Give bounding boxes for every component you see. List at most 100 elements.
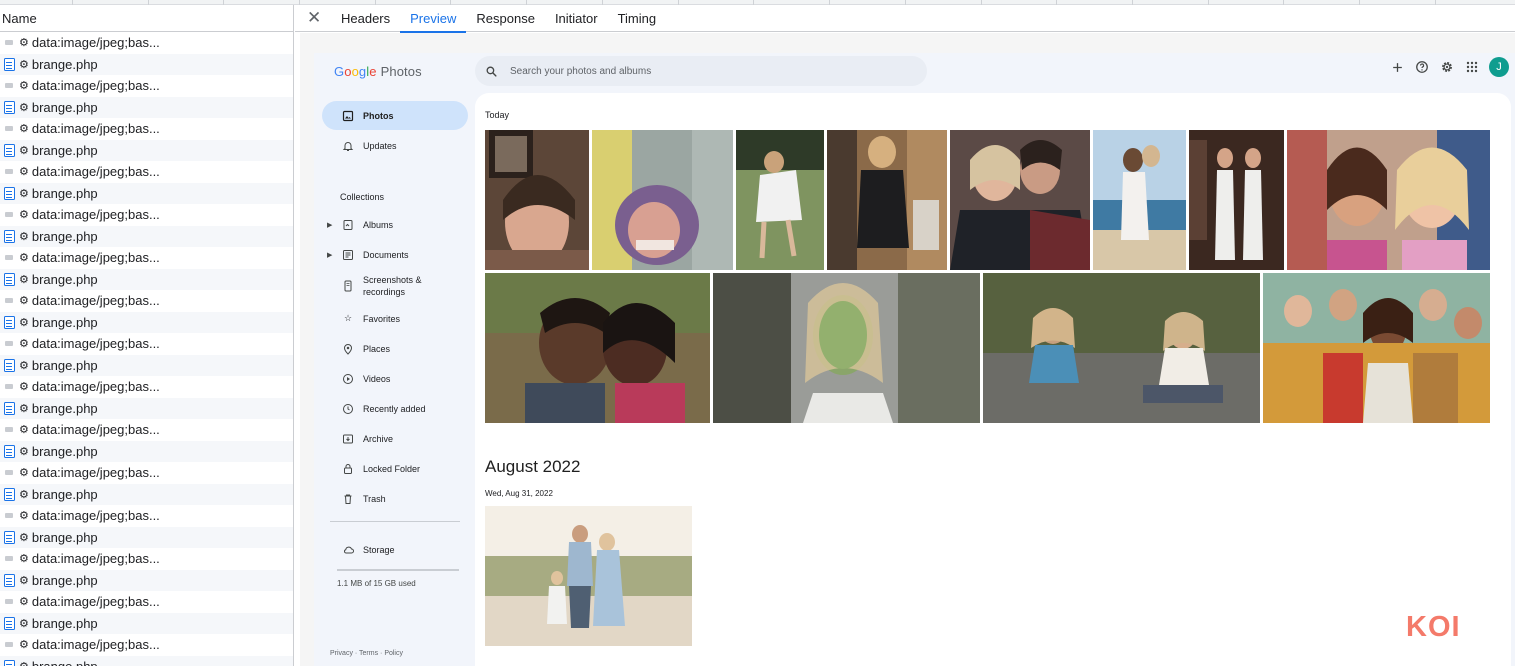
search-icon [486, 66, 497, 77]
tab-headers[interactable]: Headers [331, 5, 400, 32]
request-row[interactable]: ⚙brange.php [0, 53, 293, 75]
request-row[interactable]: ⚙brange.php [0, 225, 293, 247]
request-row[interactable]: ⚙brange.php [0, 354, 293, 376]
request-row[interactable]: ⚙brange.php [0, 96, 293, 118]
photo-thumbnail[interactable] [736, 130, 824, 270]
service-worker-gear-icon: ⚙ [19, 230, 29, 243]
tab-preview[interactable]: Preview [400, 5, 467, 33]
nav-recently-added[interactable]: Recently added [322, 394, 468, 423]
request-row[interactable]: ⚙brange.php [0, 483, 293, 505]
request-row[interactable]: ⚙ data:image/jpeg;bas... [0, 161, 293, 183]
request-row[interactable]: ⚙brange.php [0, 612, 293, 634]
request-row[interactable]: ⚙brange.php [0, 569, 293, 591]
photo-thumbnail[interactable] [713, 273, 980, 423]
apps-grid-icon[interactable] [1464, 59, 1480, 75]
photo-thumbnail[interactable] [950, 130, 1090, 270]
request-row[interactable]: ⚙ data:image/jpeg;bas... [0, 505, 293, 527]
image-thumbnail-icon [2, 423, 16, 437]
request-row[interactable]: ⚙brange.php [0, 139, 293, 161]
clock-icon [341, 402, 355, 416]
google-photos-logo[interactable]: Google Photos [334, 64, 422, 79]
nav-archive[interactable]: Archive [322, 424, 468, 453]
photo-thumbnail[interactable] [485, 273, 710, 423]
photos-search-input[interactable]: Search your photos and albums [475, 56, 927, 86]
image-thumbnail-icon [2, 165, 16, 179]
photo-thumbnail[interactable] [1287, 130, 1490, 270]
service-worker-gear-icon: ⚙ [19, 402, 29, 415]
request-row[interactable]: ⚙ data:image/jpeg;bas... [0, 333, 293, 355]
close-icon[interactable]: ✕ [307, 8, 321, 28]
nav-trash-label: Trash [363, 493, 386, 504]
request-row[interactable]: ⚙brange.php [0, 268, 293, 290]
photo-thumbnail[interactable] [983, 273, 1260, 423]
star-icon: ☆ [343, 313, 353, 323]
request-row[interactable]: ⚙ data:image/jpeg;bas... [0, 591, 293, 613]
preview-pane: Google Photos Search your photos and albu… [300, 33, 1515, 666]
nav-videos[interactable]: Videos [322, 364, 468, 393]
expand-caret-icon[interactable]: ▶ [327, 221, 332, 229]
add-icon[interactable] [1389, 59, 1405, 75]
request-row[interactable]: ⚙ data:image/jpeg;bas... [0, 634, 293, 656]
photo-thumbnail[interactable] [1189, 130, 1284, 270]
request-name: brange.php [31, 443, 98, 459]
request-row[interactable]: ⚙brange.php [0, 182, 293, 204]
service-worker-gear-icon: ⚙ [19, 574, 29, 587]
document-icon [2, 229, 16, 243]
nav-trash[interactable]: Trash [322, 484, 468, 513]
request-row[interactable]: ⚙ data:image/jpeg;bas... [0, 75, 293, 97]
tab-timing[interactable]: Timing [608, 5, 667, 32]
request-row[interactable]: ⚙ data:image/jpeg;bas... [0, 247, 293, 269]
nav-updates[interactable]: Updates [322, 131, 468, 160]
photo-thumbnail[interactable] [1093, 130, 1186, 270]
name-column-header[interactable]: Name [0, 5, 293, 32]
tab-initiator[interactable]: Initiator [545, 5, 608, 32]
request-row[interactable]: ⚙ data:image/jpeg;bas... [0, 419, 293, 441]
request-row[interactable]: ⚙brange.php [0, 526, 293, 548]
request-row[interactable]: ⚙brange.php [0, 397, 293, 419]
nav-locked-folder[interactable]: Locked Folder [322, 454, 468, 483]
service-worker-gear-icon: ⚙ [19, 144, 29, 157]
nav-updates-label: Updates [363, 140, 397, 151]
nav-favorites[interactable]: ☆ Favorites [322, 304, 468, 333]
photo-icon [341, 109, 355, 123]
request-row[interactable]: ⚙ data:image/jpeg;bas... [0, 204, 293, 226]
nav-albums[interactable]: ▶ Albums [322, 210, 468, 239]
photo-thumbnail[interactable] [1263, 273, 1490, 423]
photo-thumbnail[interactable] [827, 130, 947, 270]
request-name: brange.php [31, 314, 98, 330]
request-row[interactable]: ⚙brange.php [0, 311, 293, 333]
nav-places[interactable]: Places [322, 334, 468, 363]
play-circle-icon [341, 372, 355, 386]
request-row[interactable]: ⚙ data:image/jpeg;bas... [0, 290, 293, 312]
request-row[interactable]: ⚙brange.php [0, 440, 293, 462]
document-icon [2, 272, 16, 286]
photo-thumbnail[interactable] [592, 130, 733, 270]
nav-storage[interactable]: Storage [322, 535, 468, 564]
photo-thumbnail[interactable] [485, 130, 589, 270]
nav-screenshots[interactable]: Screenshots & recordings [322, 269, 468, 303]
nav-photos[interactable]: Photos [322, 101, 468, 130]
photo-grid: Today August 2022 Wed, Aug 31, 2022 [475, 93, 1511, 666]
document-icon [2, 100, 16, 114]
request-row[interactable]: ⚙ data:image/jpeg;bas... [0, 548, 293, 570]
footer-links[interactable]: Privacy · Terms · Policy [330, 650, 403, 657]
help-icon[interactable] [1414, 59, 1430, 75]
request-name: brange.php [31, 142, 98, 158]
request-row[interactable]: ⚙ data:image/jpeg;bas... [0, 32, 293, 54]
nav-documents-label: Documents [363, 249, 409, 260]
request-row[interactable]: ⚙ data:image/jpeg;bas... [0, 376, 293, 398]
account-avatar[interactable]: J [1489, 57, 1509, 77]
request-row[interactable]: ⚙ data:image/jpeg;bas... [0, 118, 293, 140]
photo-thumbnail[interactable] [485, 506, 692, 646]
service-worker-gear-icon: ⚙ [19, 209, 29, 222]
tab-response[interactable]: Response [466, 5, 545, 32]
photos-sidebar: Photos Updates Collections ▶ Albums ▶ Do… [314, 93, 474, 666]
settings-icon[interactable] [1439, 59, 1455, 75]
request-row[interactable]: ⚙ data:image/jpeg;bas... [0, 462, 293, 484]
nav-documents[interactable]: ▶ Documents [322, 240, 468, 269]
request-row[interactable]: ⚙brange.php [0, 655, 293, 666]
request-name: brange.php [31, 572, 98, 588]
request-name: brange.php [31, 400, 98, 416]
expand-caret-icon[interactable]: ▶ [327, 251, 332, 259]
document-icon [2, 57, 16, 71]
